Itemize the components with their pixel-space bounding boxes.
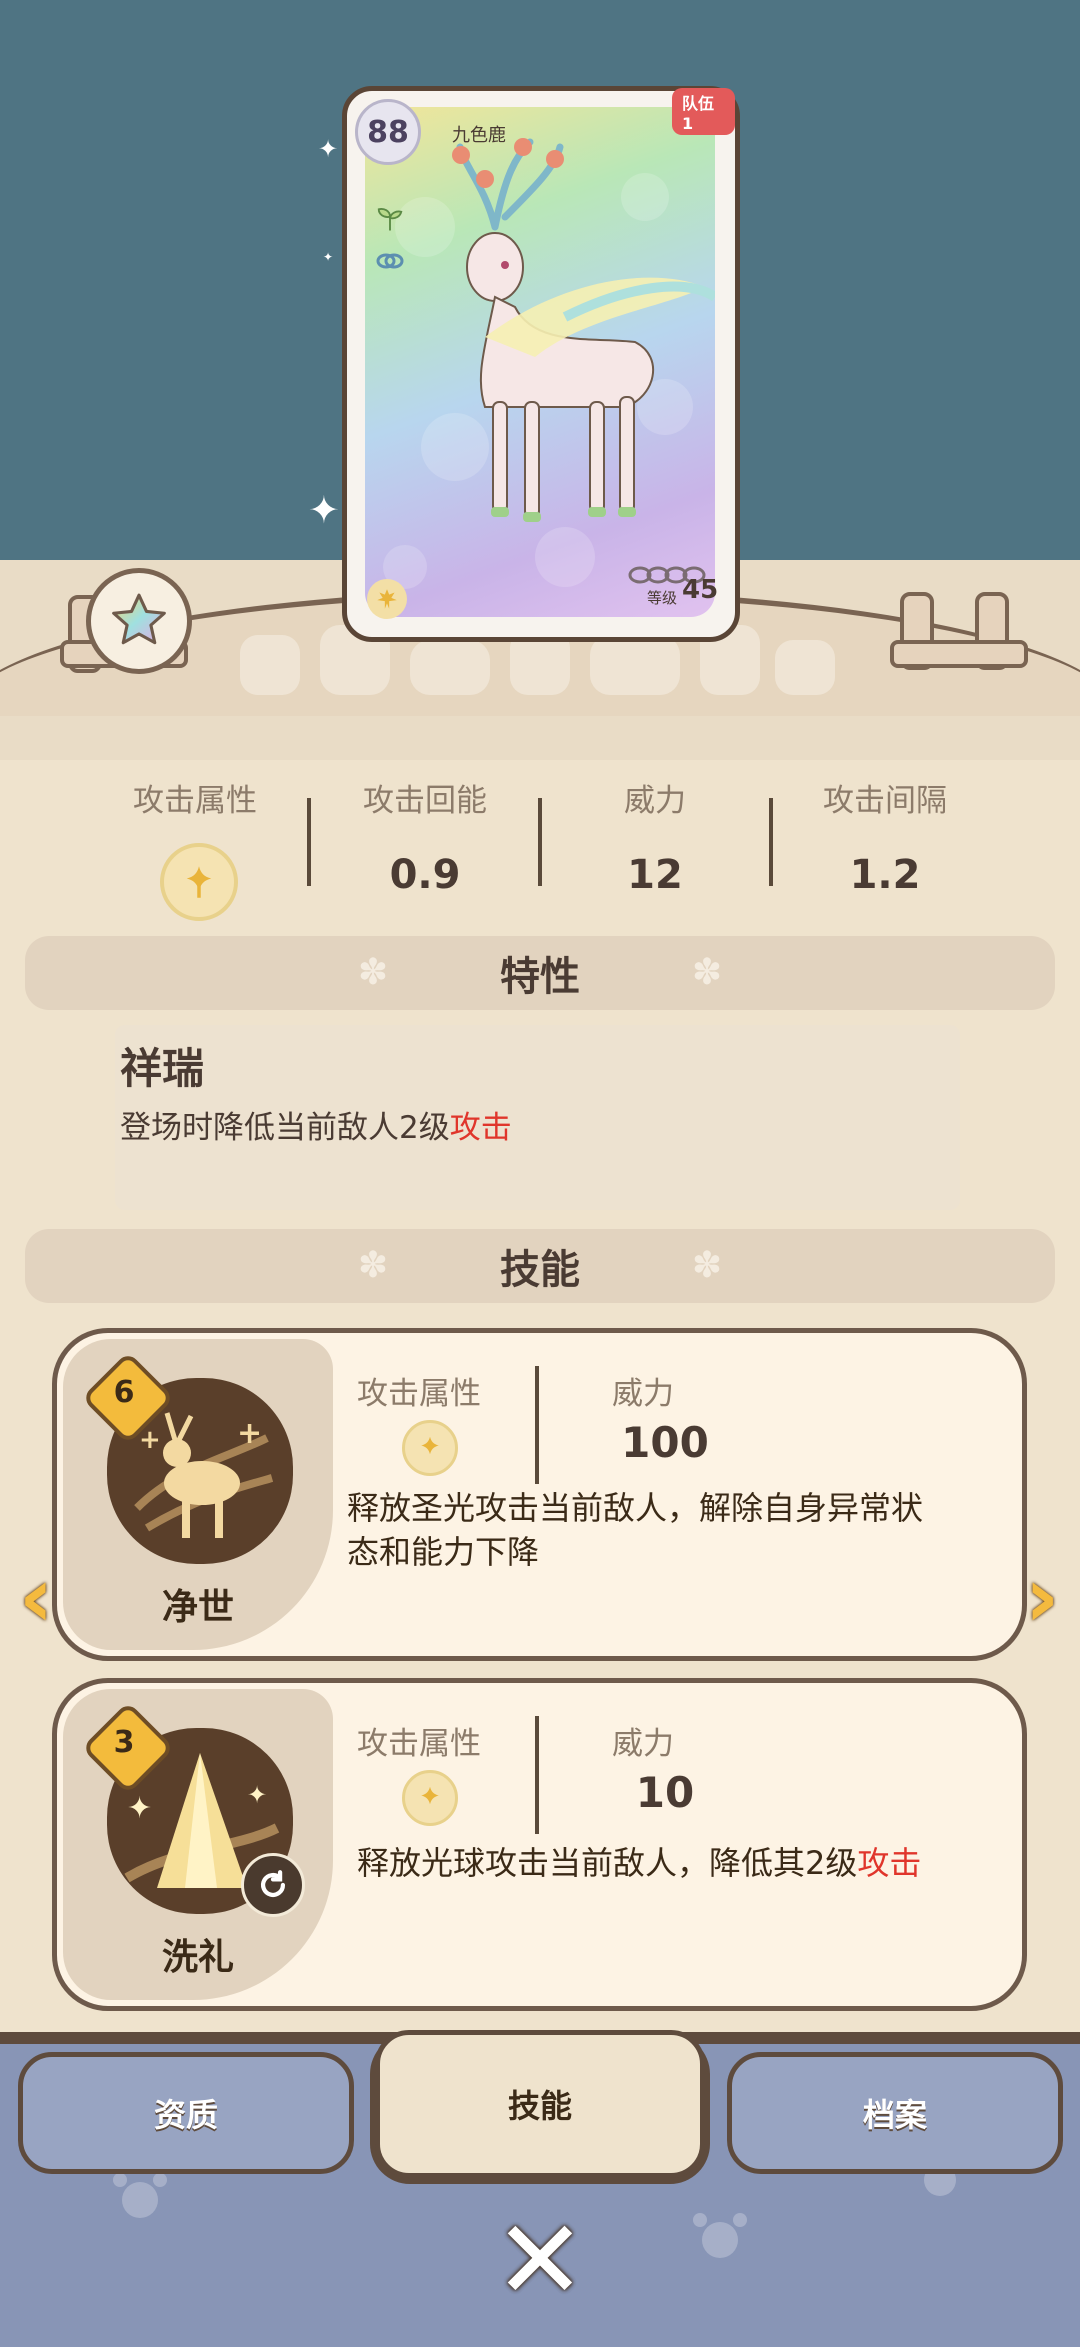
- skill-description: 释放圣光攻击当前敌人，解除自身异常状 态和能力下降: [347, 1486, 997, 1574]
- skill-power: 100: [621, 1418, 709, 1467]
- light-element-icon: [160, 843, 238, 921]
- team-tag: 队伍1: [672, 88, 735, 135]
- skill-cost: 6: [113, 1375, 135, 1410]
- trait-description: 登场时降低当前敌人2级攻击: [120, 1102, 512, 1147]
- svg-text:✦: ✦: [127, 1791, 152, 1826]
- sprout-icon: [375, 203, 405, 237]
- skill-description: 释放光球攻击当前敌人，降低其2级攻击: [357, 1841, 1007, 1885]
- skill-power-label: 威力: [612, 1376, 674, 1412]
- character-card[interactable]: 88 九色鹿 队伍1 等级 45: [342, 86, 740, 642]
- stat-value-interval: 1.2: [849, 852, 921, 898]
- deer-illustration: [383, 138, 715, 589]
- tab-profile[interactable]: 档案: [727, 2052, 1063, 2174]
- skill-name: 净世: [161, 1587, 234, 1628]
- card-name: 九色鹿: [452, 125, 506, 146]
- decoration-icon: ✽: [357, 1245, 389, 1286]
- trait-desc-text: 登场时降低当前敌人2级: [120, 1110, 450, 1146]
- stat-label-energy: 攻击回能: [363, 783, 487, 819]
- light-element-icon: [402, 1420, 458, 1476]
- link-icon: [375, 249, 405, 277]
- stat-label-attack-attr: 攻击属性: [133, 783, 257, 819]
- star-icon: [112, 593, 166, 645]
- right-arrow-icon[interactable]: ›: [1014, 1555, 1070, 1639]
- skill-desc-line: 释放光球攻击当前敌人，降低其2级: [357, 1844, 858, 1882]
- trait-section-header: ✽ 特性 ✽: [25, 936, 1055, 1010]
- light-element-icon: [402, 1770, 458, 1826]
- decoration-icon: ✽: [357, 952, 389, 993]
- card-art: [365, 107, 715, 617]
- skill-section-header: ✽ 技能 ✽: [25, 1229, 1055, 1303]
- tab-aptitude[interactable]: 资质: [18, 2052, 354, 2174]
- skill-name: 洗礼: [161, 1937, 234, 1978]
- decoration-icon: ✽: [691, 1245, 723, 1286]
- trait-name: 祥瑞: [120, 1044, 205, 1093]
- skill-attr-label: 攻击属性: [357, 1376, 481, 1412]
- left-arrow-icon[interactable]: ‹: [8, 1555, 64, 1639]
- skill-desc-line: 态和能力下降: [347, 1533, 540, 1571]
- skill-card[interactable]: + + 6 净世 攻击属性 威力 100 释放圣光攻击当前敌人，解除自身异常状 …: [52, 1328, 1027, 1661]
- sparkle-icon: ✦: [318, 135, 339, 163]
- skill-desc-line: 释放圣光攻击当前敌人，解除自身异常状: [347, 1489, 924, 1527]
- trait-section-title: 特性: [500, 954, 580, 1000]
- svg-text:+: +: [237, 1416, 262, 1451]
- trait-desc-highlight: 攻击: [449, 1110, 512, 1146]
- light-element-icon: [367, 579, 407, 619]
- sparkle-icon: ✦: [323, 250, 334, 264]
- skill-power: 10: [635, 1768, 695, 1817]
- tab-skills[interactable]: 技能: [375, 2030, 705, 2178]
- grade-label: 等级: [647, 589, 678, 607]
- stat-label-power: 威力: [624, 783, 686, 819]
- refresh-icon: [241, 1853, 305, 1917]
- stat-value-energy: 0.9: [389, 852, 461, 898]
- star-button[interactable]: [86, 568, 192, 674]
- svg-text:✦: ✦: [247, 1781, 267, 1809]
- fence-rail: [890, 640, 1028, 668]
- skill-attr-label: 攻击属性: [357, 1726, 481, 1762]
- decoration-icon: ✽: [691, 952, 723, 993]
- grade-value: 45: [682, 575, 719, 605]
- skill-divider: [535, 1716, 539, 1834]
- skill-cost: 3: [113, 1725, 135, 1760]
- stat-value-power: 12: [627, 852, 683, 898]
- skill-section-title: 技能: [500, 1247, 580, 1293]
- skill-divider: [535, 1366, 539, 1484]
- card-level-badge: 88: [355, 99, 421, 165]
- close-icon[interactable]: ✕: [490, 2205, 590, 2315]
- skill-card[interactable]: ✦ ✦ 3 洗礼 攻击属性 威力 10 释放光球攻击当前敌人，降低其2级攻击: [52, 1678, 1027, 2011]
- skill-desc-highlight: 攻击: [857, 1844, 922, 1882]
- skill-power-label: 威力: [612, 1726, 674, 1762]
- stat-label-interval: 攻击间隔: [823, 783, 947, 819]
- sparkle-icon: ✦: [308, 488, 340, 532]
